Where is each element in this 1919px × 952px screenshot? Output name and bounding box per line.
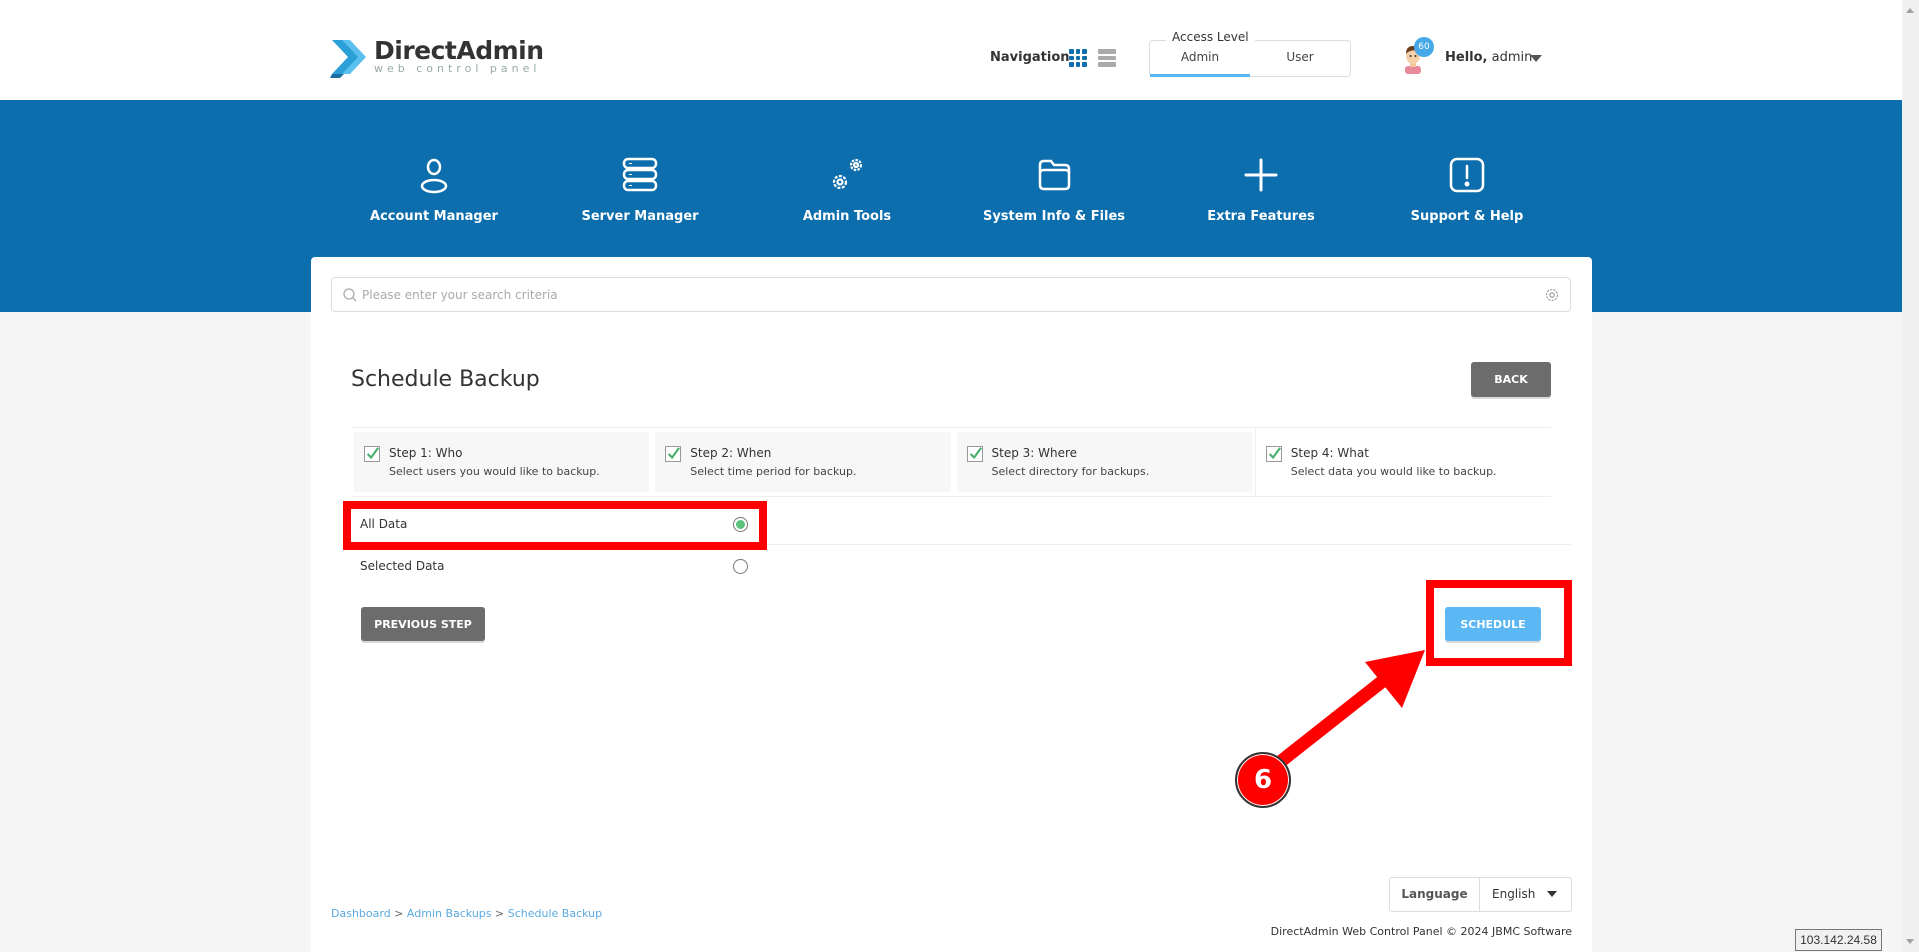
step-title: Step 4: What <box>1290 446 1369 460</box>
search-input[interactable] <box>362 278 1532 311</box>
notification-badge[interactable]: 60 <box>1414 37 1434 57</box>
username: admin <box>1491 50 1533 65</box>
wizard-steps: Step 1: Who Select users you would like … <box>351 427 1551 497</box>
breadcrumb-admin-backups[interactable]: Admin Backups <box>407 907 492 920</box>
option-selected-data[interactable]: Selected Data <box>351 547 1571 587</box>
schedule-button[interactable]: SCHEDULE <box>1445 607 1541 641</box>
user-menu-caret-icon[interactable] <box>1530 55 1542 62</box>
logo-subtitle: web control panel <box>374 62 541 75</box>
language-label: Language <box>1390 878 1480 911</box>
directadmin-logo-icon <box>330 40 366 78</box>
menu-label: Server Manager <box>581 209 699 224</box>
language-selector[interactable]: Language English <box>1389 877 1572 912</box>
menu-support-help[interactable]: Support & Help <box>1367 155 1567 224</box>
vertical-scrollbar[interactable] <box>1902 0 1919 952</box>
step-title: Step 1: Who <box>389 446 463 460</box>
step-where[interactable]: Step 3: Where Select directory for backu… <box>956 432 1252 492</box>
step-title: Step 3: Where <box>991 446 1078 460</box>
menu-account-manager[interactable]: Account Manager <box>334 155 534 224</box>
access-level-admin[interactable]: Admin <box>1150 50 1250 64</box>
step-title: Step 2: When <box>690 446 772 460</box>
menu-label: Support & Help <box>1410 209 1524 224</box>
menu-label: System Info & Files <box>982 209 1126 224</box>
step-who[interactable]: Step 1: Who Select users you would like … <box>354 432 650 492</box>
access-level-switch: Admin User <box>1149 40 1351 77</box>
gear-icon[interactable] <box>1544 287 1560 303</box>
grid-view-icon[interactable] <box>1069 49 1087 67</box>
breadcrumb-dashboard[interactable]: Dashboard <box>331 907 391 920</box>
plus-icon <box>1244 158 1278 192</box>
logo[interactable]: DirectAdmin web control panel <box>330 36 544 78</box>
alert-icon <box>1449 157 1485 193</box>
scroll-up-arrow-icon[interactable] <box>1906 8 1914 13</box>
checkbox-checked-icon <box>364 446 380 462</box>
menu-admin-tools[interactable]: Admin Tools <box>747 155 947 224</box>
radio-all-data[interactable] <box>733 517 748 532</box>
checkbox-checked-icon <box>966 446 983 462</box>
step-what[interactable]: Step 4: What Select data you would like … <box>1254 428 1551 496</box>
content-card: Schedule Backup BACK Step 1: Who Select … <box>311 257 1592 952</box>
step-description: Select data you would like to backup. <box>1290 465 1497 478</box>
breadcrumb-separator: > <box>495 907 505 920</box>
step-number-badge: 6 <box>1235 752 1291 808</box>
page-title: Schedule Backup <box>351 367 540 392</box>
option-label: Selected Data <box>360 559 445 573</box>
list-view-icon[interactable] <box>1098 49 1116 68</box>
menu-label: Extra Features <box>1207 209 1315 224</box>
menu-extra-features[interactable]: Extra Features <box>1161 155 1361 224</box>
search-icon <box>343 288 357 302</box>
ip-tooltip: 103.142.24.58 <box>1795 929 1882 951</box>
access-level-active-indicator <box>1150 74 1250 77</box>
menu-system-info-files[interactable]: System Info & Files <box>954 155 1154 224</box>
user-icon <box>420 158 448 194</box>
scroll-down-arrow-icon[interactable] <box>1906 939 1914 944</box>
page: DirectAdmin web control panel Navigation… <box>0 0 1902 952</box>
logo-title: DirectAdmin <box>374 36 544 65</box>
option-label: All Data <box>360 517 408 531</box>
language-select[interactable]: English <box>1480 878 1571 911</box>
menu-server-manager[interactable]: Server Manager <box>540 155 740 224</box>
server-icon <box>622 157 658 192</box>
menu-label: Admin Tools <box>802 209 892 224</box>
search-bar <box>331 277 1571 312</box>
breadcrumb-schedule-backup[interactable]: Schedule Backup <box>508 907 602 920</box>
step-when[interactable]: Step 2: When Select time period for back… <box>655 432 951 492</box>
previous-step-button[interactable]: PREVIOUS STEP <box>361 607 485 641</box>
copyright: DirectAdmin Web Control Panel © 2024 JBM… <box>1270 925 1572 938</box>
top-bar: DirectAdmin web control panel Navigation… <box>0 0 1902 100</box>
step-description: Select users you would like to backup. <box>389 465 600 478</box>
chevron-down-icon <box>1547 891 1557 897</box>
folder-icon <box>1038 159 1071 191</box>
navigation-label: Navigation <box>990 50 1070 65</box>
step-description: Select time period for backup. <box>690 465 857 478</box>
back-button[interactable]: BACK <box>1471 362 1551 397</box>
breadcrumb-separator: > <box>394 907 404 920</box>
access-level-legend: Access Level <box>1166 30 1255 44</box>
menu-label: Account Manager <box>370 209 498 224</box>
breadcrumb: Dashboard > Admin Backups > Schedule Bac… <box>331 907 602 920</box>
checkbox-checked-icon <box>1265 446 1282 462</box>
access-level-user[interactable]: User <box>1250 50 1350 64</box>
step-description: Select directory for backups. <box>991 465 1150 478</box>
option-all-data[interactable]: All Data <box>351 505 1571 545</box>
checkbox-checked-icon <box>665 446 682 462</box>
user-menu[interactable]: Hello, admin <box>1445 50 1532 65</box>
greeting: Hello, <box>1445 50 1488 65</box>
radio-selected-data[interactable] <box>733 559 748 574</box>
language-value: English <box>1492 887 1536 901</box>
gears-icon <box>832 158 863 190</box>
